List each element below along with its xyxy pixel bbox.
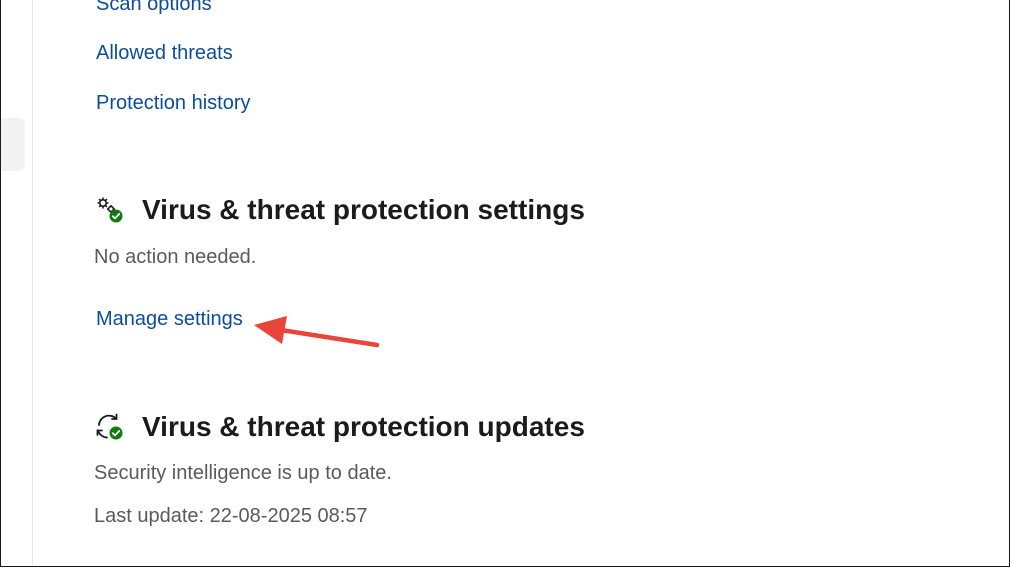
updates-status-text: Security intelligence is up to date.: [94, 462, 392, 484]
gears-check-icon: [94, 194, 126, 226]
settings-status-text: No action needed.: [94, 246, 257, 268]
last-update-text: Last update: 22-08-2025 08:57: [94, 505, 368, 527]
nav-selected-indicator[interactable]: [1, 118, 25, 171]
updates-section-title: Virus & threat protection updates: [142, 411, 585, 442]
allowed-threats-link[interactable]: Allowed threats: [96, 42, 233, 65]
app-window: Scan options Allowed threats Protection …: [0, 0, 1010, 567]
refresh-check-icon: [94, 411, 126, 443]
settings-section-header: Virus & threat protection settings: [94, 194, 585, 226]
protection-history-link[interactable]: Protection history: [96, 92, 251, 115]
settings-section-title: Virus & threat protection settings: [142, 194, 585, 225]
updates-section-header: Virus & threat protection updates: [94, 411, 585, 443]
scan-options-link[interactable]: Scan options: [96, 0, 212, 16]
navigation-rail: [1, 0, 33, 566]
manage-settings-link[interactable]: Manage settings: [96, 308, 243, 331]
